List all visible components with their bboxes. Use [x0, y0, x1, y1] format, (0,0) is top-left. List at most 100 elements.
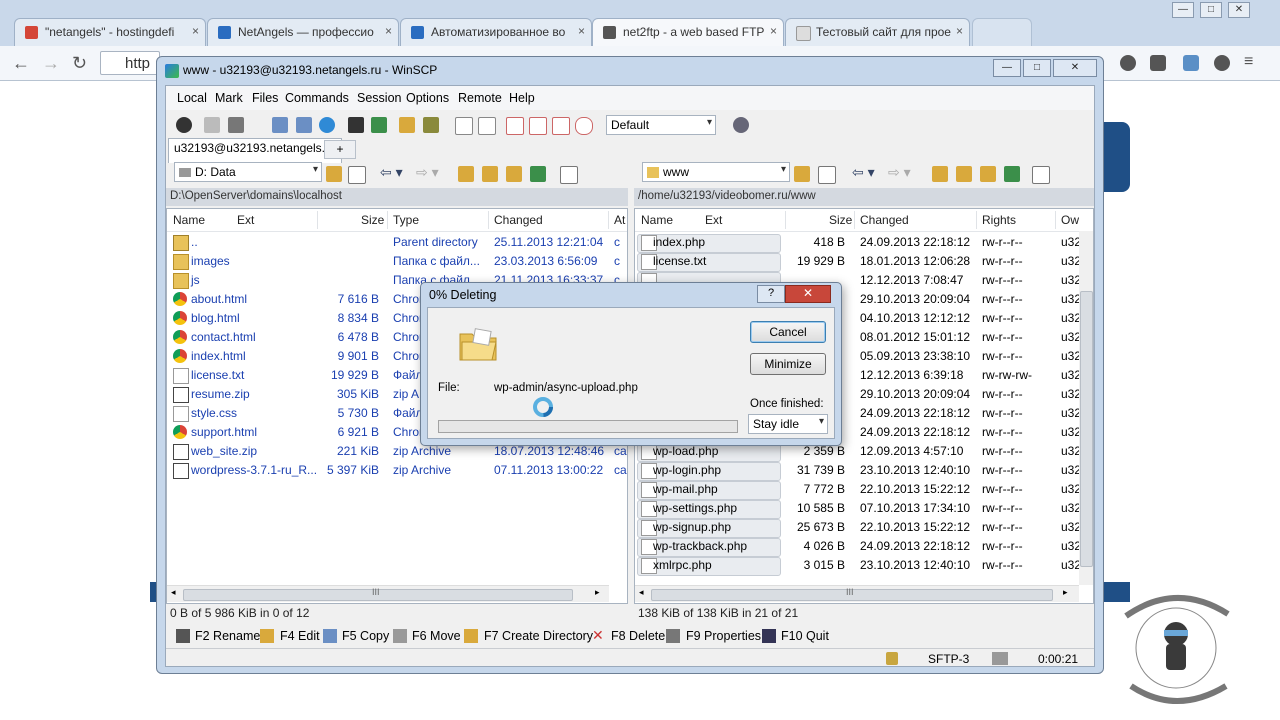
minimize-button[interactable]: Minimize [750, 353, 826, 375]
extension-icon[interactable] [1214, 55, 1230, 71]
close-button[interactable]: ✕ [1053, 59, 1097, 77]
browser-maximize-button[interactable]: □ [1200, 2, 1222, 18]
preferences-icon[interactable] [176, 117, 192, 133]
unselect-icon[interactable] [478, 117, 496, 135]
minimize-button[interactable]: — [993, 59, 1021, 77]
filter-icon[interactable] [818, 166, 836, 184]
scroll-thumb[interactable]: III [651, 587, 1053, 601]
extension-icon[interactable] [1183, 55, 1199, 71]
column-divider[interactable] [317, 211, 318, 229]
scroll-thumb[interactable] [1080, 291, 1093, 567]
forward-icon[interactable]: ⇨ ▾ [416, 164, 439, 181]
local-path[interactable]: D:\OpenServer\domains\localhost [166, 188, 628, 206]
menu-icon[interactable]: ≡ [1244, 53, 1253, 71]
home-icon[interactable] [980, 166, 996, 182]
menu-files[interactable]: Files [252, 91, 278, 105]
horizontal-scrollbar[interactable]: ◂ III ▸ [635, 585, 1079, 602]
col-owner[interactable]: Ow [1061, 213, 1079, 227]
sort-icon[interactable] [529, 117, 547, 135]
f4-edit-button[interactable]: F4 Edit [280, 629, 320, 643]
f2-rename-button[interactable]: F2 Rename [195, 629, 260, 643]
open-folder-icon[interactable] [794, 166, 810, 182]
table-row[interactable]: images Папка с файл... 23.03.2013 6:56:09 c [167, 252, 627, 271]
browser-tab-5[interactable]: Тестовый сайт для прое × [785, 18, 970, 46]
session-tab[interactable]: u32193@u32193.netangels.ru [168, 138, 342, 163]
refresh-icon[interactable] [530, 166, 546, 182]
menu-session[interactable]: Session [357, 91, 401, 105]
table-row[interactable]: wp-trackback.php 4 026 B 24.09.2013 22:18:… [635, 537, 1093, 557]
table-row[interactable]: wp-settings.php 10 585 B 07.10.2013 17:34:… [635, 499, 1093, 519]
browser-minimize-button[interactable]: — [1172, 2, 1194, 18]
browser-tab-4[interactable]: net2ftp - a web based FTP × [592, 18, 784, 46]
back-icon[interactable]: ⇦ ▾ [852, 164, 875, 181]
table-row[interactable]: wp-mail.php 7 772 B 22.10.2013 15:22:12 rw-… [635, 480, 1093, 500]
scroll-right-icon[interactable]: ▸ [1063, 587, 1068, 598]
reset-icon[interactable] [575, 117, 593, 135]
console-icon[interactable] [204, 117, 220, 133]
home-icon[interactable] [506, 166, 522, 182]
table-row[interactable]: xmlrpc.php 3 015 B 23.10.2013 12:40:10 rw-r… [635, 556, 1093, 576]
cancel-button[interactable]: Cancel [750, 321, 826, 343]
col-ext[interactable]: Ext [705, 213, 722, 227]
open-folder-icon[interactable] [326, 166, 342, 182]
filter-icon[interactable] [348, 166, 366, 184]
column-divider[interactable] [1055, 211, 1056, 229]
table-row[interactable]: license.txt 19 929 B 18.01.2013 12:06:28 rw… [635, 252, 1093, 272]
sync-icon[interactable] [272, 117, 288, 133]
parent-dir-icon[interactable] [458, 166, 474, 182]
table-row[interactable]: .. Parent directory 25.11.2013 12:21:04 c [167, 233, 627, 252]
table-row[interactable]: wp-signup.php 25 673 B 22.10.2013 15:22:12… [635, 518, 1093, 538]
col-size[interactable]: Size [829, 213, 852, 227]
col-changed[interactable]: Changed [860, 213, 909, 227]
col-size[interactable]: Size [361, 213, 384, 227]
f8-delete-button[interactable]: F8 Delete [611, 629, 665, 643]
scroll-thumb[interactable]: III [183, 587, 573, 601]
col-changed[interactable]: Changed [494, 213, 543, 227]
horizontal-scrollbar[interactable]: ◂ III ▸ [167, 585, 609, 602]
column-divider[interactable] [854, 211, 855, 229]
folder-sync-icon[interactable] [399, 117, 415, 133]
parent-dir-icon[interactable] [932, 166, 948, 182]
dialog-close-button[interactable]: ✕ [785, 285, 831, 303]
browser-tab-2[interactable]: NetAngels — профессио × [207, 18, 399, 46]
reload-icon[interactable]: ↻ [72, 53, 87, 74]
close-icon[interactable]: × [956, 24, 963, 38]
back-icon[interactable]: ← [12, 53, 30, 74]
f10-quit-button[interactable]: F10 Quit [781, 629, 829, 643]
f7-create-directory-button[interactable]: F7 Create Directory [484, 629, 593, 643]
refresh-icon[interactable] [1004, 166, 1020, 182]
browser-tab-1[interactable]: "netangels" - hostingdefi × [14, 18, 206, 46]
column-divider[interactable] [488, 211, 489, 229]
menu-commands[interactable]: Commands [285, 91, 349, 105]
extension-icon[interactable] [1150, 55, 1166, 71]
menu-mark[interactable]: Mark [215, 91, 243, 105]
scroll-right-icon[interactable]: ▸ [595, 587, 600, 598]
close-icon[interactable]: × [770, 24, 777, 38]
col-attr[interactable]: At [614, 213, 625, 227]
new-tab-button[interactable] [972, 18, 1032, 46]
menu-local[interactable]: Local [177, 91, 207, 105]
table-row[interactable]: index.php 418 B 24.09.2013 22:18:12 rw-r--r… [635, 233, 1093, 253]
remote-path[interactable]: /home/u32193/videobomer.ru/www [634, 188, 1094, 206]
root-dir-icon[interactable] [482, 166, 498, 182]
menu-help[interactable]: Help [509, 91, 535, 105]
browser-tab-3[interactable]: Автоматизированное во × [400, 18, 592, 46]
vertical-scrollbar[interactable] [1079, 231, 1093, 585]
f5-copy-button[interactable]: F5 Copy [342, 629, 389, 643]
back-icon[interactable]: ⇦ ▾ [380, 164, 403, 181]
scroll-left-icon[interactable]: ◂ [639, 587, 644, 598]
local-drive-select[interactable]: D: Data [174, 162, 322, 182]
table-row[interactable]: wordpress-3.7.1-ru_R... 5 397 KiB zip Arch… [167, 461, 627, 480]
close-icon[interactable]: × [385, 24, 392, 38]
transfer-icon[interactable] [371, 117, 387, 133]
col-type[interactable]: Type [393, 213, 419, 227]
f9-properties-button[interactable]: F9 Properties [686, 629, 761, 643]
forward-icon[interactable]: ⇨ ▾ [888, 164, 911, 181]
col-ext[interactable]: Ext [237, 213, 254, 227]
forward-icon[interactable]: → [42, 53, 60, 74]
find-icon[interactable] [423, 117, 439, 133]
col-name[interactable]: Name [173, 213, 205, 227]
col-rights[interactable]: Rights [982, 213, 1016, 227]
scroll-left-icon[interactable]: ◂ [171, 587, 176, 598]
root-dir-icon[interactable] [956, 166, 972, 182]
